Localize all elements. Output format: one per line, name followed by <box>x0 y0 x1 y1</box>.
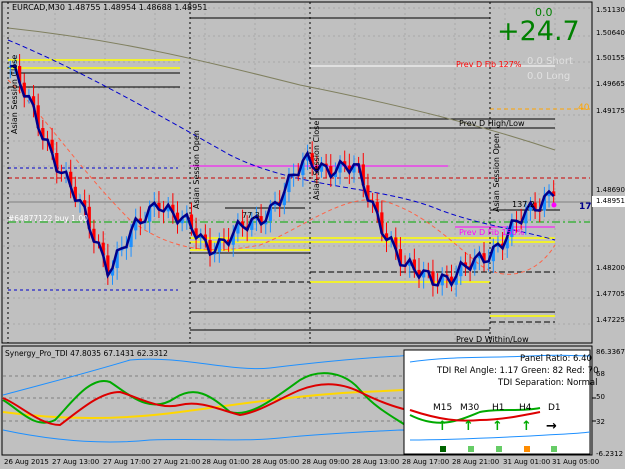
price-tick-label: 1.47225 <box>596 316 625 324</box>
range-label-2: 137.2 <box>512 200 535 209</box>
tf-label-d1: D1 <box>548 403 561 413</box>
fib127-label: Prev D Fib 127% <box>456 60 522 69</box>
session-label: Asian Session Open <box>192 130 201 209</box>
arrow-up-icon: ↑ <box>437 419 448 434</box>
arrow-up-icon: ↑ <box>463 419 474 434</box>
panel-ratio: Panel Ratio: 6.40 <box>520 354 592 364</box>
tf-label-h1: H1 <box>492 403 505 413</box>
price-tick-label: 1.51130 <box>596 6 625 14</box>
time-tick-label: 27 Aug 21:00 <box>153 458 201 466</box>
time-tick-label: 31 Aug 01:00 <box>503 458 551 466</box>
time-tick-label: 26 Aug 2015 <box>4 458 49 466</box>
time-tick-label: 28 Aug 05:00 <box>252 458 300 466</box>
long-label: 0.0 Long <box>527 71 571 82</box>
time-tick-label: 28 Aug 01:00 <box>202 458 250 466</box>
price-marker <box>551 202 557 208</box>
range-label-1: 77.3 <box>242 211 260 220</box>
time-tick-label: 28 Aug 09:00 <box>302 458 350 466</box>
symbol-header: EURCAD,M30 1.48755 1.48954 1.48688 1.489… <box>12 3 208 12</box>
time-tick-label: 31 Aug 05:00 <box>552 458 600 466</box>
profit-big: +24.7 <box>497 16 580 47</box>
time-tick-label: 27 Aug 13:00 <box>52 458 100 466</box>
indicator-tick-label: 32 <box>596 418 605 426</box>
indicator-tick-label: 86.3367 <box>596 348 625 356</box>
session-label: Asian Session Close <box>10 54 19 134</box>
tf-label-m30: M30 <box>460 403 480 413</box>
price-tick-label: 1.48690 <box>596 186 625 194</box>
session-label: Asian Session Open <box>492 133 501 212</box>
price-tick-label: 1.49175 <box>596 107 625 115</box>
session-label: Asian Session Close <box>312 120 321 200</box>
short-label: 0.0 Short <box>527 56 573 67</box>
tf-label-m15: M15 <box>433 403 453 413</box>
right-marker: 17 <box>579 202 592 212</box>
price-tick-label: 1.50155 <box>596 54 625 62</box>
top-right-marker: 40 <box>578 103 590 113</box>
price-tick-label: 1.50640 <box>596 29 625 37</box>
indicator-tick-label: 50 <box>596 393 605 401</box>
tdi-angle: TDI Rel Angle: 1.17 Green: 82 Red: 70 <box>437 366 599 376</box>
fib150-label: Prev D Fib 150% <box>459 228 525 237</box>
time-tick-label: 27 Aug 17:00 <box>103 458 151 466</box>
within-low-label: Prev D Within/Low <box>456 335 529 344</box>
indicator-tick-label: 68 <box>596 370 605 378</box>
price-tick-label: 1.48200 <box>596 264 625 272</box>
time-tick-label: 28 Aug 17:00 <box>402 458 450 466</box>
arrow-up-icon: ↑ <box>521 419 532 434</box>
time-tick-label: 28 Aug 13:00 <box>352 458 400 466</box>
tdi-separation: TDI Separation: Normal <box>498 378 598 388</box>
arrow-up-icon: ↑ <box>492 419 503 434</box>
price-tick-label: 1.49665 <box>596 80 625 88</box>
buy-order-label: #64877122 buy 1.00 <box>8 214 88 223</box>
time-tick-label: 28 Aug 21:00 <box>452 458 500 466</box>
price-tick-label: 1.48951 <box>596 197 625 205</box>
high-low-label: Prev D High/Low <box>459 119 525 128</box>
arrow-right-icon: → <box>546 419 557 434</box>
indicator-title: Synergy_Pro_TDI 47.8035 67.1431 62.3312 <box>5 349 168 358</box>
tf-label-h4: H4 <box>519 403 532 413</box>
price-tick-label: 1.47705 <box>596 290 625 298</box>
indicator-tick-label: -6.2312 <box>596 450 624 458</box>
